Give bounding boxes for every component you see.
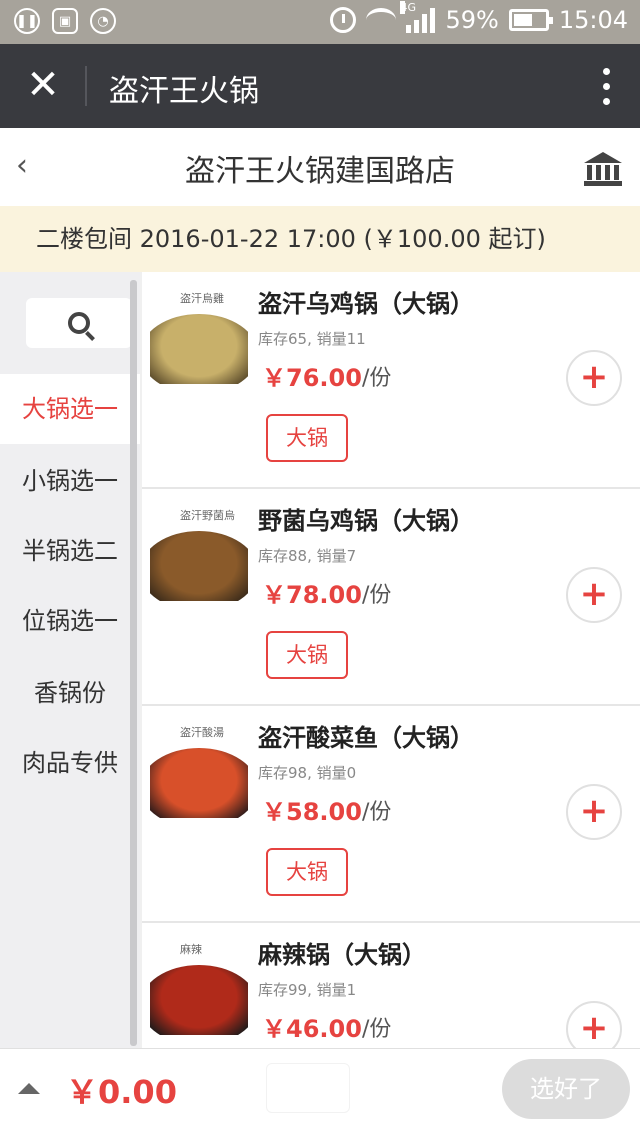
add-to-cart-button[interactable]: +	[566, 350, 622, 406]
battery-percent: 59%	[445, 6, 499, 34]
app-title: 盗汗王火锅	[109, 74, 259, 109]
category-item[interactable]: 香锅份	[0, 658, 140, 728]
add-to-cart-button[interactable]: +	[566, 567, 622, 623]
product-item: 盗汗烏雞 盗汗乌鸡锅（大锅） 库存65, 销量11 ￥76.00 /份 + 大锅	[142, 272, 640, 489]
cart-total: ￥0.00	[66, 1073, 177, 1111]
product-name: 野菌乌鸡锅（大锅）	[258, 507, 474, 535]
size-option-button[interactable]: 大锅	[266, 848, 348, 896]
close-icon[interactable]: ✕	[22, 64, 64, 106]
product-item: 麻辣 麻辣锅（大锅） 库存99, 销量1 ￥46.00 /份 +	[142, 923, 640, 1048]
qq-icon: ◔	[90, 8, 116, 34]
size-option-button[interactable]: 大锅	[266, 631, 348, 679]
notification-icons: ❚❚ ▣ ◔	[14, 8, 116, 34]
reservation-notice: 二楼包间 2016-01-22 17:00 (￥100.00 起订)	[0, 206, 640, 272]
add-to-cart-button[interactable]: +	[566, 784, 622, 840]
clock: 15:04	[558, 6, 628, 34]
category-item[interactable]: 位锅选一	[0, 586, 140, 656]
pause-icon: ❚❚	[14, 8, 40, 34]
product-name: 麻辣锅（大锅）	[258, 941, 426, 969]
bowl-graphic	[150, 531, 248, 601]
product-price: ￥58.00	[262, 798, 362, 826]
search-button[interactable]	[26, 298, 132, 348]
product-stock: 库存98, 销量0	[258, 764, 357, 782]
signal-icon: 4G	[400, 1, 436, 33]
alarm-icon	[330, 7, 357, 33]
product-price: ￥76.00	[262, 364, 362, 392]
product-stock: 库存99, 销量1	[258, 981, 357, 999]
store-title: 盗汗王火锅建国路店	[185, 154, 455, 189]
product-price: ￥78.00	[262, 581, 362, 609]
bowl-graphic	[150, 314, 248, 384]
status-bar: ❚❚ ▣ ◔ 4G 59% 15:04	[0, 0, 640, 44]
product-name: 盗汗酸菜鱼（大锅）	[258, 724, 474, 752]
battery-icon	[508, 9, 553, 31]
product-stock: 库存88, 销量7	[258, 547, 357, 565]
product-unit: /份	[362, 583, 392, 608]
bowl-graphic	[150, 965, 248, 1035]
product-item: 盗汗野菌烏 野菌乌鸡锅（大锅） 库存88, 销量7 ￥78.00 /份 + 大锅	[142, 489, 640, 706]
product-image[interactable]: 麻辣	[150, 937, 248, 1035]
category-item[interactable]: 半锅选二	[0, 516, 140, 586]
product-item: 盗汗酸湯 盗汗酸菜鱼（大锅） 库存98, 销量0 ￥58.00 /份 + 大锅	[142, 706, 640, 923]
category-item[interactable]: 小锅选一	[0, 446, 140, 516]
product-unit: /份	[362, 1017, 392, 1042]
bowl-graphic	[150, 748, 248, 818]
cart-bar: ￥0.00 选好了	[0, 1048, 640, 1138]
product-image[interactable]: 盗汗酸湯	[150, 720, 248, 818]
category-sidebar: 大锅选一 小锅选一 半锅选二 位锅选一 香锅份 肉品专供	[0, 272, 140, 1048]
sidebar-scrollbar[interactable]	[130, 280, 137, 1046]
product-list: 盗汗烏雞 盗汗乌鸡锅（大锅） 库存65, 销量11 ￥76.00 /份 + 大锅…	[142, 272, 640, 1048]
expand-cart-icon[interactable]	[18, 1083, 40, 1094]
product-unit: /份	[362, 800, 392, 825]
network-type: 4G	[400, 1, 417, 14]
product-stock: 库存65, 销量11	[258, 330, 366, 348]
search-icon	[68, 312, 90, 334]
category-item[interactable]: 大锅选一	[0, 374, 140, 444]
title-divider	[85, 66, 87, 106]
hidden-size-option	[266, 1063, 350, 1113]
product-image[interactable]: 盗汗烏雞	[150, 286, 248, 384]
title-bar: ✕ 盗汗王火锅	[0, 44, 640, 128]
category-item[interactable]: 肉品专供	[0, 728, 140, 798]
store-header: ‹ 盗汗王火锅建国路店	[0, 128, 640, 206]
size-option-button[interactable]: 大锅	[266, 414, 348, 462]
checkout-button[interactable]: 选好了	[502, 1059, 630, 1119]
more-menu-icon[interactable]	[603, 68, 610, 105]
wifi-icon	[366, 8, 397, 32]
add-to-cart-button[interactable]: +	[566, 1001, 622, 1048]
product-unit: /份	[362, 366, 392, 391]
image-icon: ▣	[52, 8, 78, 34]
store-info-icon[interactable]	[584, 152, 622, 188]
product-price: ￥46.00	[262, 1015, 362, 1043]
product-name: 盗汗乌鸡锅（大锅）	[258, 290, 474, 318]
product-image[interactable]: 盗汗野菌烏	[150, 503, 248, 601]
